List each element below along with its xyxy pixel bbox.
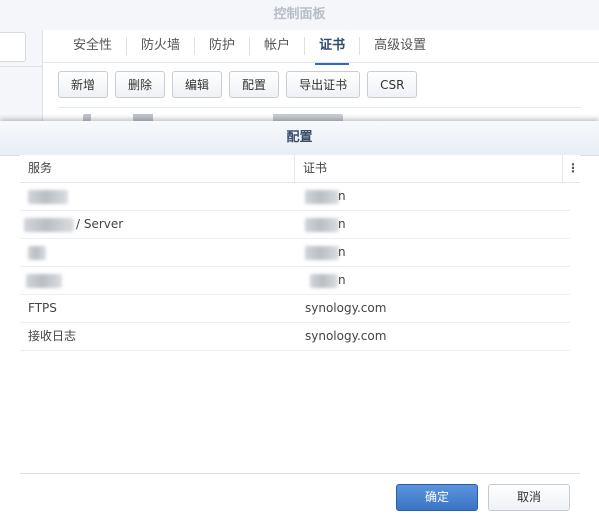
export-certificate-button[interactable]: 导出证书 (286, 71, 361, 98)
tab-certificate[interactable]: 证书 (305, 37, 361, 65)
table-row[interactable]: n (20, 267, 570, 295)
redacted-text (24, 218, 74, 232)
certificate-cell: synology.com (305, 301, 387, 315)
toolbar: 新增 删除 编辑 配置 导出证书 CSR (58, 71, 418, 98)
service-certificate-table: 服务 证书 ⋮ n / Server n n n FTPS synology.c… (20, 155, 580, 351)
window-title: 控制面板 (273, 7, 326, 22)
main-panel: 安全性 防火墙 防护 帐户 证书 高级设置 新增 删除 编辑 配置 导出证书 C… (43, 30, 599, 125)
redacted-text (310, 274, 338, 288)
service-cell: 接收日志 (28, 329, 77, 343)
tab-account[interactable]: 帐户 (250, 37, 306, 55)
tab-security[interactable]: 安全性 (59, 37, 128, 55)
table-row[interactable]: n (20, 183, 570, 211)
add-button[interactable]: 新增 (58, 71, 109, 98)
tab-bar: 安全性 防火墙 防护 帐户 证书 高级设置 (59, 30, 440, 65)
service-cell: / Server (76, 217, 124, 231)
tab-advanced[interactable]: 高级设置 (360, 37, 440, 55)
cancel-button[interactable]: 取消 (488, 484, 570, 511)
sidebar-search-input[interactable] (0, 32, 26, 62)
redacted-text (26, 274, 62, 288)
csr-button[interactable]: CSR (367, 71, 418, 98)
redacted-text (305, 190, 339, 204)
certificate-cell: synology.com (305, 329, 387, 343)
column-separator (562, 155, 563, 182)
configure-button[interactable]: 配置 (229, 71, 280, 98)
certificate-cell: n (338, 189, 346, 203)
ok-button[interactable]: 确定 (396, 484, 478, 511)
toolbar-divider (58, 107, 581, 108)
certificate-cell: n (338, 273, 346, 287)
redacted-text (305, 246, 339, 260)
redacted-text (28, 246, 46, 260)
column-header-certificate[interactable]: 证书 (303, 155, 327, 182)
certificate-cell: n (338, 217, 346, 231)
table-row[interactable]: n (20, 239, 570, 267)
tab-bar-divider (43, 62, 599, 63)
configure-dialog: 配置 服务 证书 ⋮ n / Server n n n FTPS synolog… (0, 121, 599, 517)
redacted-text (305, 218, 339, 232)
tab-firewall[interactable]: 防火墙 (127, 37, 196, 55)
tab-protection[interactable]: 防护 (195, 37, 251, 55)
footer-divider (20, 473, 580, 474)
table-header: 服务 证书 ⋮ (20, 155, 580, 183)
edit-button[interactable]: 编辑 (172, 71, 223, 98)
sidebar-divider (0, 66, 42, 67)
column-separator (294, 155, 295, 182)
dialog-title: 配置 (0, 121, 599, 156)
column-menu-icon[interactable]: ⋮ (566, 155, 580, 182)
delete-button[interactable]: 删除 (115, 71, 166, 98)
control-panel-window: 控制面板 安全性 防火墙 防护 帐户 证书 高级设置 新增 删除 编辑 配置 导… (0, 0, 599, 125)
table-row[interactable]: 接收日志 synology.com (20, 323, 570, 351)
column-header-service[interactable]: 服务 (28, 155, 52, 182)
redacted-text (28, 190, 68, 204)
table-row[interactable]: / Server n (20, 211, 570, 239)
service-cell: FTPS (28, 301, 57, 315)
table-row[interactable]: FTPS synology.com (20, 295, 570, 323)
certificate-cell: n (338, 245, 346, 259)
